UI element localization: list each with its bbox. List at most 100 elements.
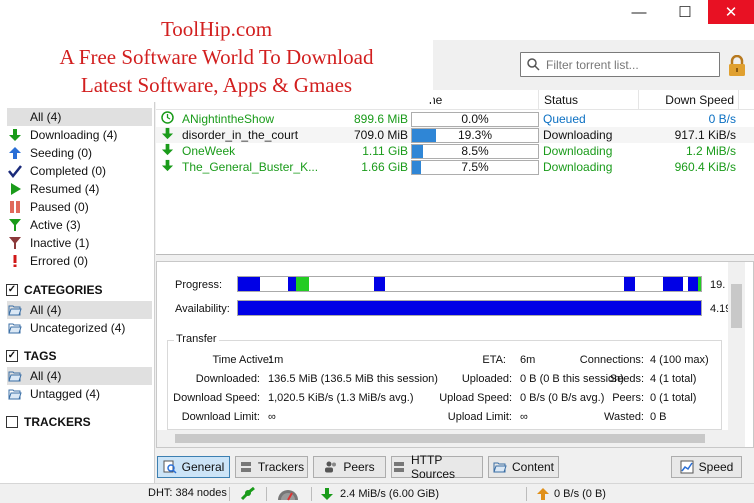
speed-limit-icon[interactable]: [277, 487, 299, 501]
close-button[interactable]: ✕: [708, 0, 754, 24]
watermark-line-1: ToolHip.com: [160, 17, 273, 41]
availability-bar: [237, 300, 702, 316]
upload-limit-value: ∞: [520, 411, 528, 423]
vertical-scrollbar[interactable]: [728, 262, 745, 437]
tab-general[interactable]: General: [157, 456, 230, 478]
trackers-header[interactable]: TRACKERS: [6, 415, 91, 429]
download-speed-label: Download Speed:: [173, 392, 260, 404]
sidebar-item-errored[interactable]: Errored (0): [7, 252, 152, 270]
tag-item-label: Untagged (4): [30, 387, 101, 401]
category-item-label: Uncategorized (4): [30, 321, 126, 335]
trackers-checkbox[interactable]: [6, 416, 18, 428]
sidebar-item-label: All (4): [30, 110, 62, 124]
tab-http-sources[interactable]: HTTP Sources: [391, 453, 483, 481]
category-item-all[interactable]: All (4): [7, 301, 152, 319]
eta-label: ETA:: [482, 354, 506, 366]
exclamation-icon: [7, 253, 23, 269]
sidebar-item-label: Active (3): [30, 218, 81, 232]
tab-content[interactable]: Content: [488, 456, 559, 478]
scrollbar-thumb[interactable]: [175, 434, 705, 443]
dht-status: DHT: 384 nodes: [148, 487, 227, 499]
folder-open-icon: [493, 461, 507, 473]
tag-item-all[interactable]: All (4): [7, 367, 152, 385]
sidebar-item-all[interactable]: All (4): [7, 108, 152, 126]
progress-bar: 8.5%: [411, 144, 539, 159]
peers-value: 0 (1 total): [650, 392, 697, 404]
scrollbar-thumb[interactable]: [731, 284, 742, 328]
table-row[interactable]: disorder_in_the_court 709.0 MiB 19.3% Do…: [156, 127, 754, 143]
torrent-size: 709.0 MiB: [353, 128, 408, 142]
download-limit-label: Download Limit:: [181, 411, 260, 423]
piece-segment: [663, 277, 683, 291]
wasted-value: 0 B: [650, 411, 667, 423]
table-row[interactable]: OneWeek 1.11 GiB 8.5% Downloading 1.2 Mi…: [156, 143, 754, 159]
status-separator: [229, 487, 230, 501]
folder-open-icon: [7, 386, 23, 402]
arrow-up-icon: [537, 488, 549, 500]
sidebar-item-inactive[interactable]: Inactive (1): [7, 234, 152, 252]
tab-speed[interactable]: Speed: [671, 456, 742, 478]
tags-header[interactable]: ✓ TAGS: [6, 349, 56, 363]
sidebar-item-resumed[interactable]: Resumed (4): [7, 180, 152, 198]
tab-trackers[interactable]: Trackers: [235, 456, 308, 478]
funnel-red-icon: [7, 235, 23, 251]
torrent-speed: 0 B/s: [708, 112, 736, 126]
table-row[interactable]: The_General_Buster_K... 1.66 GiB 7.5% Do…: [156, 159, 754, 175]
progress-text: 7.5%: [461, 160, 489, 174]
server-icon: [239, 460, 253, 474]
torrent-speed: 917.1 KiB/s: [674, 128, 736, 142]
status-separator: [266, 487, 267, 501]
seeds-value: 4 (1 total): [650, 373, 697, 385]
folder-open-icon: [7, 302, 23, 318]
progress-value: 19.: [710, 279, 726, 291]
wasted-label: Wasted:: [604, 411, 644, 423]
sidebar-item-label: Inactive (1): [30, 236, 90, 250]
upload-speed-label: Upload Speed:: [439, 392, 512, 404]
progress-bar: 0.0%: [411, 112, 539, 127]
sidebar-item-paused[interactable]: Paused (0): [7, 198, 152, 216]
column-header-down-speed[interactable]: Down Speed: [639, 90, 739, 110]
arrow-down-icon: [161, 143, 175, 159]
minimize-button[interactable]: —: [616, 0, 662, 24]
category-item-uncategorized[interactable]: Uncategorized (4): [7, 319, 152, 337]
table-row[interactable]: ANightintheShow 899.6 MiB 0.0% Queued 0 …: [156, 111, 754, 127]
play-icon: [7, 181, 23, 197]
piece-segment: [624, 277, 635, 291]
server-icon: [392, 460, 406, 474]
lock-icon[interactable]: [727, 55, 747, 77]
tags-checkbox[interactable]: ✓: [6, 350, 18, 362]
connection-status-icon[interactable]: [240, 487, 256, 501]
category-item-label: All (4): [30, 303, 62, 317]
tag-item-untagged[interactable]: Untagged (4): [7, 385, 152, 403]
tag-item-label: All (4): [30, 369, 62, 383]
sidebar-item-completed[interactable]: Completed (0): [7, 162, 152, 180]
arrow-up-icon: [7, 145, 23, 161]
upload-speed-text: 0 B/s (0 B): [554, 488, 606, 500]
tab-peers[interactable]: Peers: [313, 456, 386, 478]
folder-open-icon: [7, 320, 23, 336]
magnifier-doc-icon: [163, 460, 177, 474]
sidebar-item-seeding[interactable]: Seeding (0): [7, 144, 152, 162]
users-icon: [324, 460, 338, 474]
download-speed-status: 2.4 MiB/s (6.00 GiB): [320, 487, 439, 501]
search-placeholder: Filter torrent list...: [546, 57, 639, 72]
piece-segment: [238, 277, 260, 291]
tab-label: Peers: [343, 460, 375, 474]
progress-bar: 7.5%: [411, 160, 539, 175]
pause-icon: [7, 199, 23, 215]
folder-open-icon: [7, 368, 23, 384]
sidebar-item-label: Seeding (0): [30, 146, 93, 160]
column-header-status[interactable]: Status: [539, 90, 639, 110]
search-input[interactable]: Filter torrent list...: [520, 52, 720, 77]
upload-limit-label: Upload Limit:: [447, 411, 512, 423]
maximize-button[interactable]: ☐: [662, 0, 708, 24]
piece-segment: [698, 277, 701, 291]
transfer-title: Transfer: [174, 333, 219, 345]
sidebar-item-active[interactable]: Active (3): [7, 216, 152, 234]
categories-checkbox[interactable]: ✓: [6, 284, 18, 296]
horizontal-scrollbar[interactable]: [157, 430, 745, 447]
categories-header[interactable]: ✓ CATEGORIES: [6, 283, 102, 297]
sidebar-item-downloading[interactable]: Downloading (4): [7, 126, 152, 144]
filter-all-icon: [7, 109, 23, 125]
progress-bar: 19.3%: [411, 128, 539, 143]
